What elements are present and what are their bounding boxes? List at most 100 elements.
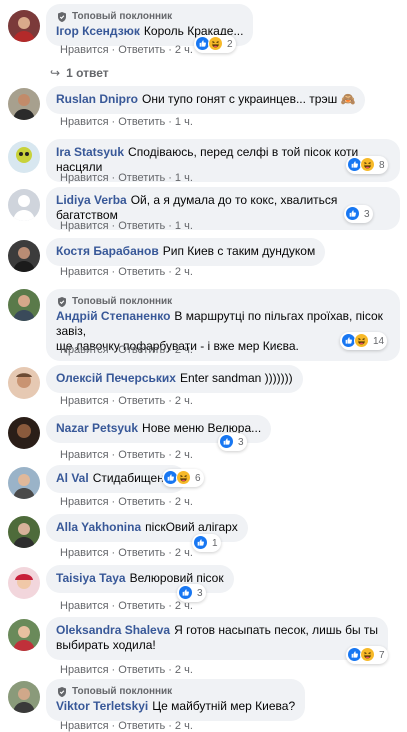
avatar[interactable] (8, 189, 40, 221)
comment-time[interactable]: 2 ч. (175, 496, 193, 508)
comment-author[interactable]: Taisiya Taya (56, 571, 126, 585)
comment-author[interactable]: Oleksandra Shaleva (56, 623, 170, 637)
like-button[interactable]: Нравится (60, 720, 109, 732)
avatar[interactable] (8, 141, 40, 173)
reactions-summary[interactable]: 3 (218, 433, 247, 451)
top-fan-badge: Топовый поклонник (56, 685, 295, 698)
reply-button[interactable]: Ответить (118, 220, 165, 232)
comment-author[interactable]: Nazar Petsyuk (56, 421, 138, 435)
like-button[interactable]: Нравится (60, 449, 109, 461)
comment-actions: Нравится · Ответить · 2 ч. (60, 395, 193, 407)
avatar[interactable] (8, 516, 40, 548)
reply-button[interactable]: Ответить (118, 449, 165, 461)
comment-time[interactable]: 2 ч. (175, 664, 193, 676)
reply-button[interactable]: Ответить (118, 266, 165, 278)
reactions-count: 14 (373, 335, 385, 347)
reply-button[interactable]: Ответить (118, 44, 165, 56)
avatar[interactable] (8, 367, 40, 399)
comment-author[interactable]: Олексій Печерських (56, 371, 176, 385)
like-button[interactable]: Нравится (60, 220, 109, 232)
reply-button[interactable]: Ответить (118, 664, 165, 676)
comment-time[interactable]: 2 ч. (175, 395, 193, 407)
like-button[interactable]: Нравится (60, 395, 109, 407)
comment-text: Они тупо гонят с украинцев... трэш 🙈 (142, 92, 356, 106)
comment-time[interactable]: 2 ч. (175, 720, 193, 732)
comment-author[interactable]: Ігор Ксендзюк (56, 24, 140, 38)
comment-text-line2: выбирать ходила! (56, 638, 156, 652)
like-button[interactable]: Нравится (60, 496, 109, 508)
like-button[interactable]: Нравится (60, 600, 109, 612)
comment-author[interactable]: Ruslan Dnipro (56, 92, 138, 106)
reply-button[interactable]: Ответить (118, 172, 165, 184)
reactions-count: 8 (379, 159, 385, 171)
comment-text: піскОвий алігарх (145, 520, 238, 534)
reactions-summary[interactable]: 6 (162, 469, 204, 487)
like-button[interactable]: Нравится (60, 172, 109, 184)
comment-actions: Нравится · Ответить · 1 ч. (60, 116, 193, 128)
reactions-count: 3 (197, 587, 203, 599)
like-button[interactable]: Нравится (60, 116, 109, 128)
reply-button[interactable]: Ответить (118, 116, 165, 128)
comment-bubble: Ruslan Dnipro Они тупо гонят с украинцев.… (46, 86, 366, 114)
reply-button[interactable]: Ответить (118, 395, 165, 407)
comment-author[interactable]: Ira Statsyuk (56, 145, 124, 159)
reply-button[interactable]: Ответить (118, 600, 165, 612)
comment-author[interactable]: Al Val (56, 471, 89, 485)
like-button[interactable]: Нравится (60, 344, 109, 356)
avatar[interactable] (8, 467, 40, 499)
like-button[interactable]: Нравится (60, 547, 109, 559)
avatar[interactable] (8, 88, 40, 120)
comment-time[interactable]: 2 ч. (175, 449, 193, 461)
comment-time[interactable]: 2 ч. (175, 344, 193, 356)
comment-time[interactable]: 2 ч. (175, 44, 193, 56)
haha-icon (360, 647, 376, 663)
reply-button[interactable]: Ответить (118, 720, 165, 732)
haha-icon (354, 333, 370, 349)
comment-time[interactable]: 1 ч. (175, 172, 193, 184)
reactions-summary[interactable]: 8 (346, 156, 388, 174)
comment-text: Я готов насыпать песок, лишь бы ты (174, 623, 379, 637)
like-icon (193, 535, 209, 551)
avatar[interactable] (8, 240, 40, 272)
comment-actions: Нравится · Ответить · 2 ч. (60, 547, 193, 559)
avatar[interactable] (8, 681, 40, 713)
avatar[interactable] (8, 10, 40, 42)
reactions-summary[interactable]: 1 (192, 534, 221, 552)
comment-actions: Нравится · Ответить · 2 ч. (60, 664, 193, 676)
comment-author[interactable]: Lidiya Verba (56, 193, 127, 207)
reply-button[interactable]: Ответить (118, 344, 165, 356)
reactions-summary[interactable]: 2 (194, 35, 236, 53)
comment-actions: Нравится · Ответить · 2 ч. (60, 44, 193, 56)
reactions-summary[interactable]: 14 (340, 332, 388, 350)
comment-author[interactable]: Андрій Степаненко (56, 309, 170, 323)
comment-time[interactable]: 2 ч. (175, 266, 193, 278)
reactions-summary[interactable]: 3 (344, 205, 373, 223)
like-button[interactable]: Нравится (60, 44, 109, 56)
top-fan-badge: Топовый поклонник (56, 10, 243, 23)
reply-button[interactable]: Ответить (118, 496, 165, 508)
badge-icon (56, 296, 68, 308)
comment-actions: Нравится · Ответить · 2 ч. (60, 344, 193, 356)
comment-actions: Нравится · Ответить · 2 ч. (60, 600, 193, 612)
avatar[interactable] (8, 417, 40, 449)
comment-actions: Нравится · Ответить · 1 ч. (60, 172, 193, 184)
comment-actions: Нравится · Ответить · 2 ч. (60, 266, 193, 278)
comment-time[interactable]: 1 ч. (175, 220, 193, 232)
comment-text: Велюровий пісок (129, 571, 224, 585)
comment-author[interactable]: Костя Барабанов (56, 244, 159, 258)
reply-button[interactable]: Ответить (118, 547, 165, 559)
comment-time[interactable]: 1 ч. (175, 116, 193, 128)
view-replies-link[interactable]: ↪ 1 ответ (50, 66, 109, 80)
comment-author[interactable]: Alla Yakhonina (56, 520, 141, 534)
avatar[interactable] (8, 289, 40, 321)
reactions-summary[interactable]: 7 (346, 646, 388, 664)
avatar[interactable] (8, 619, 40, 651)
comment-author[interactable]: Viktor Terletskyi (56, 699, 148, 713)
comment-bubble: Топовый поклонник Viktor Terletskyi Це ма… (46, 679, 306, 721)
comment-time[interactable]: 2 ч. (175, 600, 193, 612)
like-button[interactable]: Нравится (60, 266, 109, 278)
like-button[interactable]: Нравится (60, 664, 109, 676)
comment-time[interactable]: 2 ч. (175, 547, 193, 559)
replies-count: 1 ответ (66, 66, 109, 80)
avatar[interactable] (8, 567, 40, 599)
